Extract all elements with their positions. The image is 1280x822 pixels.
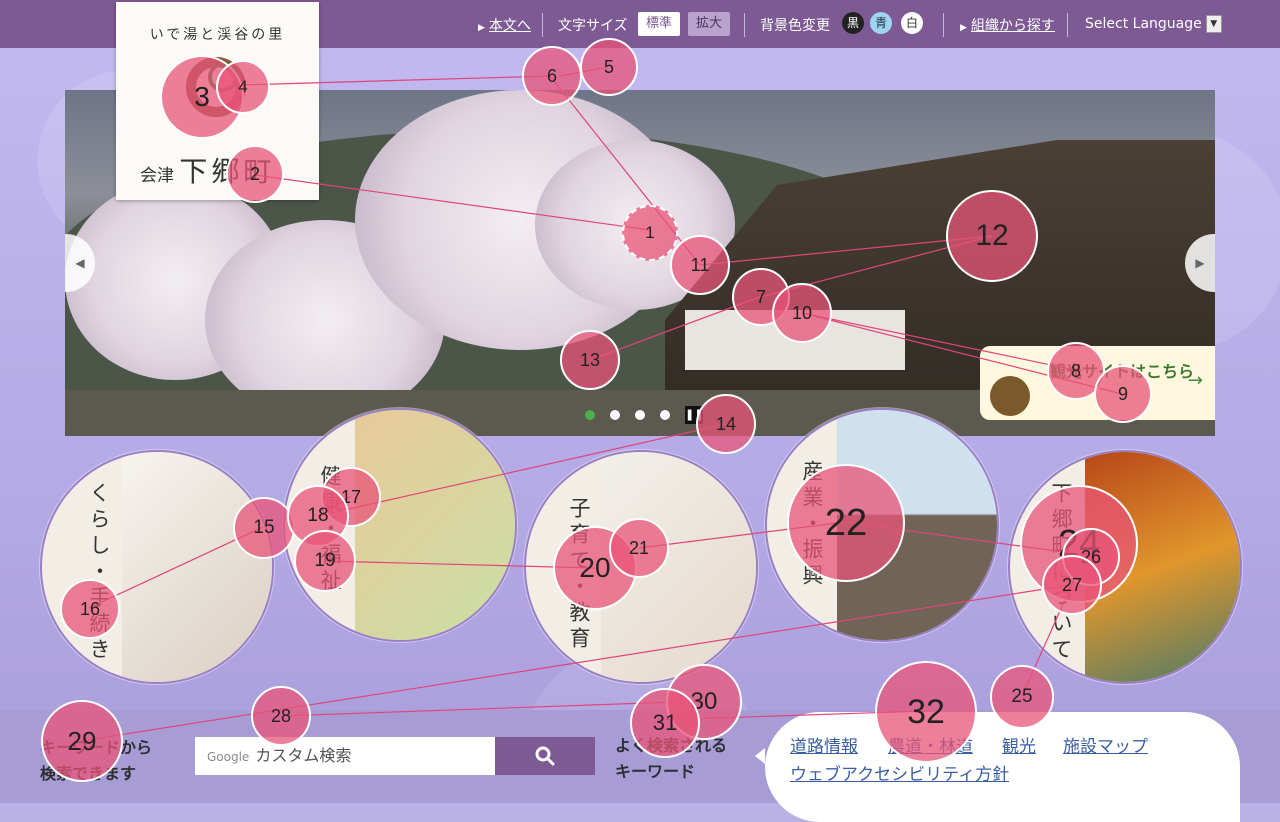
divider — [943, 13, 944, 37]
category-label: くらし・手続き — [87, 482, 111, 664]
keyword-link[interactable]: ウェブアクセシビリティ方針 — [790, 760, 1009, 785]
category-living[interactable]: くらし・手続き — [40, 450, 274, 684]
logo-emblem-accent — [208, 62, 238, 92]
bg-black-button[interactable]: 黒 — [842, 12, 864, 34]
pause-icon[interactable]: ❚❚ — [685, 406, 703, 424]
logo-town-name: 会津 下郷町 — [140, 155, 276, 188]
text-size-label: 文字サイズ — [558, 18, 628, 34]
divider — [1067, 13, 1068, 37]
category-childcare[interactable]: 子育て・教育 — [524, 450, 758, 684]
popular-keywords-label: よく検索される キーワード — [615, 736, 728, 781]
keyword-link[interactable]: 観光 — [1002, 732, 1036, 757]
keyword-link[interactable]: 施設マップ — [1063, 732, 1148, 757]
google-brand: Google — [207, 750, 250, 764]
triangle-right-icon: ▶ — [478, 23, 485, 33]
keyword-link[interactable]: 道路情報 — [790, 732, 858, 757]
logo-tagline: いで湯と渓谷の里 — [149, 27, 286, 43]
search-icon — [535, 746, 555, 766]
skip-to-content-link[interactable]: ▶ 本文へ — [478, 15, 531, 35]
bg-white-button[interactable]: 白 — [901, 12, 923, 34]
tourism-site-banner[interactable]: 観光サイトはこちら → — [980, 346, 1215, 420]
language-select[interactable]: Select Language ▼ — [1085, 15, 1222, 33]
chevron-right-icon: ▶ — [1195, 256, 1205, 270]
category-photo — [355, 410, 515, 640]
divider — [542, 13, 543, 37]
category-label: 産業・振興 — [800, 460, 824, 590]
category-label: 下郷町について — [1049, 482, 1073, 664]
keyword-link[interactable]: 農道・林道 — [888, 732, 973, 757]
search-button[interactable] — [495, 737, 595, 775]
category-photo — [601, 452, 756, 682]
arrow-right-icon: → — [1187, 370, 1203, 391]
text-size-standard-button[interactable]: 標準 — [638, 12, 681, 36]
category-photo — [837, 410, 997, 640]
slide-dot[interactable] — [610, 410, 620, 420]
search-input[interactable]: Google カスタム検索 — [195, 737, 495, 775]
search-label: キーワードから 検索できます — [40, 738, 153, 783]
chevron-down-icon: ▼ — [1205, 15, 1222, 33]
slide-dot[interactable] — [585, 410, 595, 420]
slide-dot[interactable] — [635, 410, 645, 420]
divider — [744, 13, 745, 37]
site-logo[interactable]: いで湯と渓谷の里 会津 下郷町 — [116, 2, 319, 200]
storehouse — [685, 310, 905, 370]
category-photo — [1085, 452, 1240, 682]
category-label: 健康・福祉 — [318, 465, 342, 595]
category-photo — [122, 452, 272, 682]
text-size-large-button[interactable]: 拡大 — [688, 12, 731, 36]
category-about[interactable]: 下郷町について — [1008, 450, 1242, 684]
slide-dot[interactable] — [660, 410, 670, 420]
category-label: 子育て・教育 — [567, 497, 591, 653]
bg-blue-button[interactable]: 青 — [870, 12, 892, 34]
category-health[interactable]: 健康・福祉 — [283, 408, 517, 642]
popular-keywords-panel: 道路情報 農道・林道 観光 施設マップ ウェブアクセシビリティ方針 — [755, 712, 1240, 822]
background-color-label: 背景色変更 — [760, 18, 830, 34]
triangle-right-icon: ▶ — [960, 23, 967, 33]
organization-search-link[interactable]: ▶ 組織から探す — [960, 15, 1055, 35]
category-industry[interactable]: 産業・振興 — [765, 408, 999, 642]
chevron-left-icon: ◀ — [75, 256, 85, 270]
